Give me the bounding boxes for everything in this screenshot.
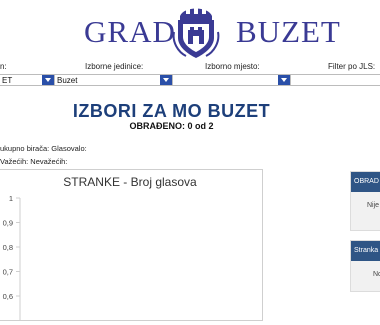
party-side-panel: Stranka No xyxy=(350,240,380,292)
processed-side-panel-text: Nije xyxy=(367,202,380,209)
y-tick-label: 0,7 xyxy=(3,268,13,277)
processed-side-panel-header: OBRAD xyxy=(351,172,380,192)
electoral-unit-select[interactable]: Buzet xyxy=(54,74,172,86)
jls-filter-select[interactable] xyxy=(290,74,380,86)
processed-status: OBRAĐENO: 0 od 2 xyxy=(129,121,214,131)
electoral-unit-select-value: Buzet xyxy=(57,76,78,85)
y-tick-label: 0,6 xyxy=(3,292,13,301)
polling-place-select[interactable] xyxy=(172,74,290,86)
valid-stats: Važećih: Nevažećih: xyxy=(0,157,68,166)
logo-text-right: BUZET xyxy=(236,14,341,49)
region-select[interactable]: ET xyxy=(0,74,54,86)
logo-text-left: GRAD xyxy=(84,14,176,49)
party-votes-chart: STRANKE - Broj glasova 1 0,9 0,8 0,7 0,6 xyxy=(3,175,197,320)
y-tick-label: 0,8 xyxy=(3,243,13,252)
processed-side-panel: OBRAD Nije xyxy=(350,171,380,231)
chart-title: STRANKE - Broj glasova xyxy=(63,175,197,189)
y-tick-label: 1 xyxy=(9,194,13,203)
filter-label-electoral-unit: Izborne jedinice: xyxy=(85,62,144,71)
chevron-down-icon[interactable] xyxy=(160,75,172,85)
chevron-down-icon[interactable] xyxy=(278,75,290,85)
jls-filter-select-value xyxy=(291,76,293,85)
city-crest-icon xyxy=(172,6,220,58)
party-side-panel-header: Stranka xyxy=(351,241,380,261)
filter-label-region: n: xyxy=(0,62,7,71)
filter-label-jls: Filter po JLS: xyxy=(328,62,376,71)
chevron-down-icon[interactable] xyxy=(42,75,54,85)
party-votes-chart-panel: STRANKE - Broj glasova 1 0,9 0,8 0,7 0,6 xyxy=(0,169,263,321)
polling-place-select-value xyxy=(173,76,175,85)
filter-label-polling-place: Izborno mjesto: xyxy=(205,62,260,71)
region-select-value: ET xyxy=(2,76,13,85)
page-title: IZBORI ZA MO BUZET xyxy=(72,101,271,121)
y-tick-label: 0,9 xyxy=(3,219,13,228)
voter-stats: ukupno birača: Glasovalo: xyxy=(0,144,87,153)
party-side-panel-text: No xyxy=(373,271,380,278)
